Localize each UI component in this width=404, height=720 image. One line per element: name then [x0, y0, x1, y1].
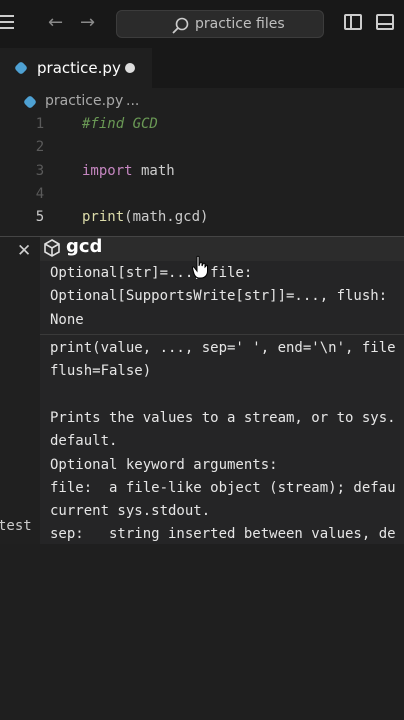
doc-line: default.	[50, 433, 118, 449]
search-placeholder: practice files	[195, 16, 285, 32]
line-number: 4	[35, 186, 45, 202]
unsaved-dot-icon[interactable]	[125, 63, 135, 73]
suggest-documentation: Optional[str]=..., file: Optional[Suppor…	[40, 261, 404, 545]
method-cube-icon	[44, 239, 60, 257]
toggle-panel-icon[interactable]	[376, 14, 394, 30]
hand-cursor-icon	[192, 255, 208, 279]
doc-line: Optional[str]=..., file:	[50, 265, 253, 281]
module-name: math	[132, 163, 175, 179]
code-line: 4	[0, 186, 404, 209]
code-text: print(math.gcd)	[82, 209, 208, 225]
doc-line: Optional[SupportsWrite[str]]=..., flush:	[50, 288, 388, 304]
editor-tab-bar: practice.py	[0, 48, 404, 88]
menu-icon[interactable]	[0, 15, 14, 29]
code-text: import math	[82, 163, 175, 179]
code-comment: #find GCD	[82, 116, 158, 132]
doc-line: flush=False)	[50, 363, 152, 379]
code-line: 3 import math	[0, 163, 404, 186]
doc-line: None	[50, 312, 84, 328]
doc-line: sep: string inserted between values, de	[50, 526, 396, 542]
line-number: 1	[35, 116, 45, 132]
search-icon	[172, 17, 189, 34]
breadcrumb-more[interactable]: ...	[126, 93, 139, 109]
forward-arrow-icon[interactable]: →	[80, 12, 95, 33]
code-line: 2	[0, 139, 404, 162]
doc-line: current sys.stdout.	[50, 503, 211, 519]
line-number: 3	[35, 163, 45, 179]
line-number: 2	[35, 139, 45, 155]
back-arrow-icon[interactable]: ←	[48, 12, 63, 33]
title-bar: ← → practice files	[0, 0, 404, 48]
doc-line: file: a file-like object (stream); defau	[50, 480, 396, 496]
doc-line: Prints the values to a stream, or to sys…	[50, 410, 396, 426]
command-center-search[interactable]: practice files	[116, 10, 324, 38]
empty-area	[0, 544, 404, 720]
doc-line: Optional keyword arguments:	[50, 457, 278, 473]
python-file-icon	[22, 94, 38, 110]
toggle-sidebar-icon[interactable]	[344, 14, 362, 30]
breadcrumb: practice.py ...	[0, 88, 404, 116]
line-number-active: 5	[35, 209, 45, 225]
tab-label: practice.py	[37, 59, 121, 77]
suggest-widget[interactable]: ✕ gcd Optional[str]=..., file: Optional[…	[0, 236, 404, 545]
close-icon[interactable]: ✕	[17, 241, 31, 261]
keyword-import: import	[82, 163, 133, 179]
function-args: (math.gcd)	[124, 209, 209, 225]
side-text: test	[0, 518, 32, 534]
python-file-icon	[13, 60, 29, 76]
code-line: 1 #find GCD	[0, 116, 404, 139]
code-editor[interactable]: 1 #find GCD 2 3 import math 4 5 print(ma…	[0, 116, 404, 236]
suggest-item-label[interactable]: gcd	[66, 237, 102, 257]
function-print: print	[82, 209, 125, 225]
breadcrumb-file[interactable]: practice.py	[45, 93, 123, 109]
code-line-active: 5 print(math.gcd)	[0, 209, 404, 232]
doc-divider	[40, 334, 404, 335]
doc-line: print(value, ..., sep=' ', end='\n', fil…	[50, 340, 396, 356]
tab-practice-py[interactable]: practice.py	[0, 48, 152, 88]
